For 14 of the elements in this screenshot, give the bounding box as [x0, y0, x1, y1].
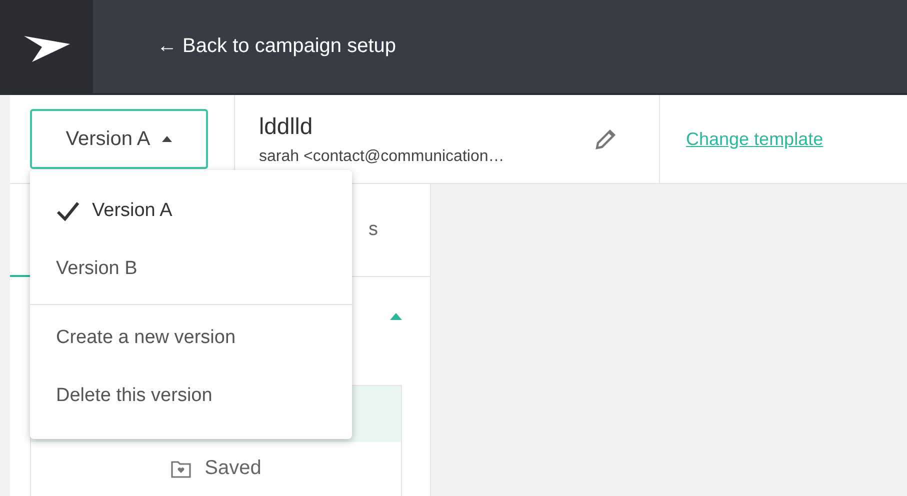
version-action-item[interactable]: Create a new version [30, 309, 352, 367]
checkmark-icon [56, 201, 80, 221]
folder-heart-icon [170, 460, 191, 478]
version-action-item[interactable]: Delete this version [30, 367, 352, 425]
back-link[interactable]: ← Back to campaign setup [157, 35, 396, 58]
caret-up-icon[interactable] [390, 313, 402, 320]
version-menu-item[interactable]: Version B [30, 240, 352, 298]
version-menu-item[interactable]: Version A [30, 182, 352, 240]
pencil-icon[interactable] [595, 128, 617, 150]
template-title: lddlld [259, 112, 314, 140]
sender-text: sarah <contact@communication… [259, 148, 504, 166]
caret-up-icon [162, 136, 172, 142]
version-dropdown-button[interactable]: Version A [30, 109, 208, 169]
settings-tab[interactable]: s [368, 219, 378, 241]
